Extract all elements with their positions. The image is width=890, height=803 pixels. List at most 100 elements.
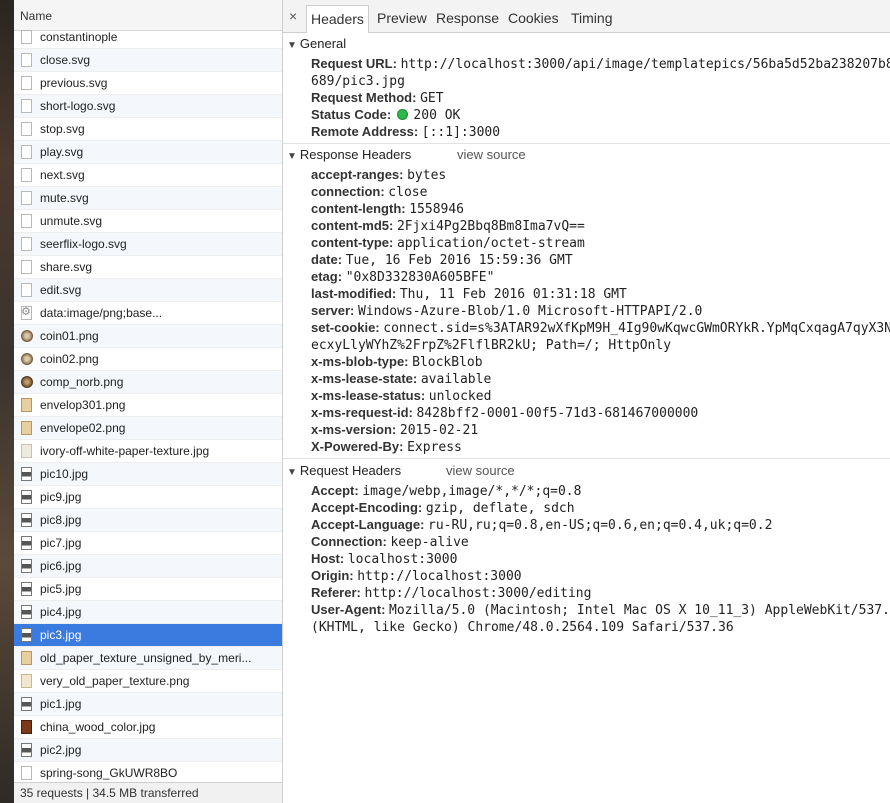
background-window-strip: [0, 0, 14, 803]
request-row[interactable]: pic3.jpg: [14, 624, 282, 647]
header-key: Referer:: [311, 585, 361, 600]
header-key: x-ms-version:: [311, 422, 397, 437]
request-name: pic9.jpg: [40, 490, 82, 504]
triangle-down-icon: ▼: [287, 40, 297, 51]
tab-headers[interactable]: Headers: [306, 5, 369, 33]
image-thumbnail-icon: [21, 536, 32, 550]
image-thumbnail-icon: [21, 467, 32, 481]
general-section-toggle[interactable]: ▼ General: [287, 36, 346, 51]
request-row[interactable]: pic4.jpg: [14, 601, 282, 624]
paper-thumbnail-icon: [21, 421, 32, 435]
request-row[interactable]: pic8.jpg: [14, 509, 282, 532]
request-row[interactable]: pic10.jpg: [14, 463, 282, 486]
request-name: pic7.jpg: [40, 536, 82, 550]
request-row[interactable]: pic5.jpg: [14, 578, 282, 601]
request-row[interactable]: china_wood_color.jpg: [14, 716, 282, 739]
request-row[interactable]: pic1.jpg: [14, 693, 282, 716]
request-name: old_paper_texture_unsigned_by_meri...: [40, 651, 252, 665]
request-row[interactable]: envelope02.png: [14, 417, 282, 440]
request-name: short-logo.svg: [40, 99, 116, 113]
request-row[interactable]: seerflix-logo.svg: [14, 233, 282, 256]
request-row[interactable]: coin01.png: [14, 325, 282, 348]
request-name: next.svg: [40, 168, 85, 182]
tab-timing[interactable]: Timing: [571, 10, 613, 26]
file-icon: [21, 30, 32, 44]
request-details-panel: × Headers Preview Response Cookies Timin…: [283, 0, 890, 803]
request-row[interactable]: very_old_paper_texture.png: [14, 670, 282, 693]
request-name: mute.svg: [40, 191, 89, 205]
request-name: ivory-off-white-paper-texture.jpg: [40, 444, 210, 458]
request-headers-toggle[interactable]: ▼ Request Headers: [287, 463, 401, 478]
file-icon: [21, 122, 32, 136]
coin-thumbnail-icon: [21, 376, 33, 388]
header-row: x-ms-lease-state: available: [311, 371, 491, 387]
request-row[interactable]: edit.svg: [14, 279, 282, 302]
request-row[interactable]: data:image/png;base...: [14, 302, 282, 325]
tab-preview[interactable]: Preview: [377, 10, 427, 26]
tab-response[interactable]: Response: [436, 10, 499, 26]
request-row[interactable]: old_paper_texture_unsigned_by_meri...: [14, 647, 282, 670]
request-name: edit.svg: [40, 283, 82, 297]
request-name: share.svg: [40, 260, 93, 274]
request-row[interactable]: ivory-off-white-paper-texture.jpg: [14, 440, 282, 463]
request-row[interactable]: play.svg: [14, 141, 282, 164]
header-value: (KHTML, like Gecko) Chrome/48.0.2564.109…: [311, 620, 734, 635]
request-row[interactable]: share.svg: [14, 256, 282, 279]
request-name: constantinople: [40, 30, 118, 44]
request-row[interactable]: pic9.jpg: [14, 486, 282, 509]
request-method-key: Request Method:: [311, 90, 417, 105]
request-row[interactable]: mute.svg: [14, 187, 282, 210]
header-key: Accept-Language:: [311, 517, 425, 532]
request-url-key: Request URL:: [311, 56, 397, 71]
request-name: china_wood_color.jpg: [40, 720, 156, 734]
header-value: image/webp,image/*,*/*;q=0.8: [362, 484, 582, 499]
request-row[interactable]: short-logo.svg: [14, 95, 282, 118]
request-row[interactable]: coin02.png: [14, 348, 282, 371]
request-row[interactable]: unmute.svg: [14, 210, 282, 233]
request-row[interactable]: next.svg: [14, 164, 282, 187]
paper-thumbnail-icon: [21, 651, 32, 665]
details-tabbar: × Headers Preview Response Cookies Timin…: [283, 0, 890, 33]
image-thumbnail-icon: [21, 490, 32, 504]
header-row: User-Agent: Mozilla/5.0 (Macintosh; Inte…: [311, 602, 890, 618]
request-row[interactable]: pic6.jpg: [14, 555, 282, 578]
response-view-source-link[interactable]: view source: [457, 147, 526, 162]
request-row[interactable]: comp_norb.png: [14, 371, 282, 394]
network-summary-bar: 35 requests | 34.5 MB transferred: [14, 782, 282, 803]
request-view-source-link[interactable]: view source: [446, 463, 515, 478]
header-value: connect.sid=s%3ATAR92wXfKpM9H_4Ig90wKqwc…: [383, 321, 890, 336]
request-name: seerflix-logo.svg: [40, 237, 127, 251]
request-name: coin01.png: [40, 329, 99, 343]
close-icon[interactable]: ×: [289, 8, 297, 24]
file-icon: [21, 260, 32, 274]
header-key: x-ms-lease-status:: [311, 388, 426, 403]
request-row[interactable]: envelop301.png: [14, 394, 282, 417]
header-key: date:: [311, 252, 343, 267]
header-value: available: [420, 372, 492, 387]
header-row: content-type: application/octet-stream: [311, 235, 585, 251]
file-icon: [21, 168, 32, 182]
header-key: content-md5:: [311, 218, 394, 233]
request-row[interactable]: previous.svg: [14, 72, 282, 95]
request-name: envelope02.png: [40, 421, 126, 435]
request-list: constantinople close.svg previous.svg short…: [14, 26, 282, 785]
response-headers-toggle[interactable]: ▼ Response Headers: [287, 147, 411, 162]
request-url-row: Request URL: http://localhost:3000/api/i…: [311, 56, 890, 72]
header-row: set-cookie: connect.sid=s%3ATAR92wXfKpM9…: [311, 320, 890, 336]
request-name: pic2.jpg: [40, 743, 82, 757]
header-row: Origin: http://localhost:3000: [311, 568, 522, 584]
header-row: accept-ranges: bytes: [311, 167, 446, 183]
request-row[interactable]: pic2.jpg: [14, 739, 282, 762]
paper-thumbnail-icon: [21, 444, 32, 458]
request-row[interactable]: close.svg: [14, 49, 282, 72]
request-row[interactable]: constantinople: [14, 26, 282, 49]
header-value: close: [388, 185, 428, 200]
tab-cookies[interactable]: Cookies: [508, 10, 559, 26]
header-key: content-length:: [311, 201, 406, 216]
request-row[interactable]: pic7.jpg: [14, 532, 282, 555]
request-row[interactable]: stop.svg: [14, 118, 282, 141]
general-section-title: General: [299, 36, 347, 51]
file-icon: [21, 214, 32, 228]
image-thumbnail-icon: [21, 582, 32, 596]
coin-thumbnail-icon: [21, 330, 33, 342]
